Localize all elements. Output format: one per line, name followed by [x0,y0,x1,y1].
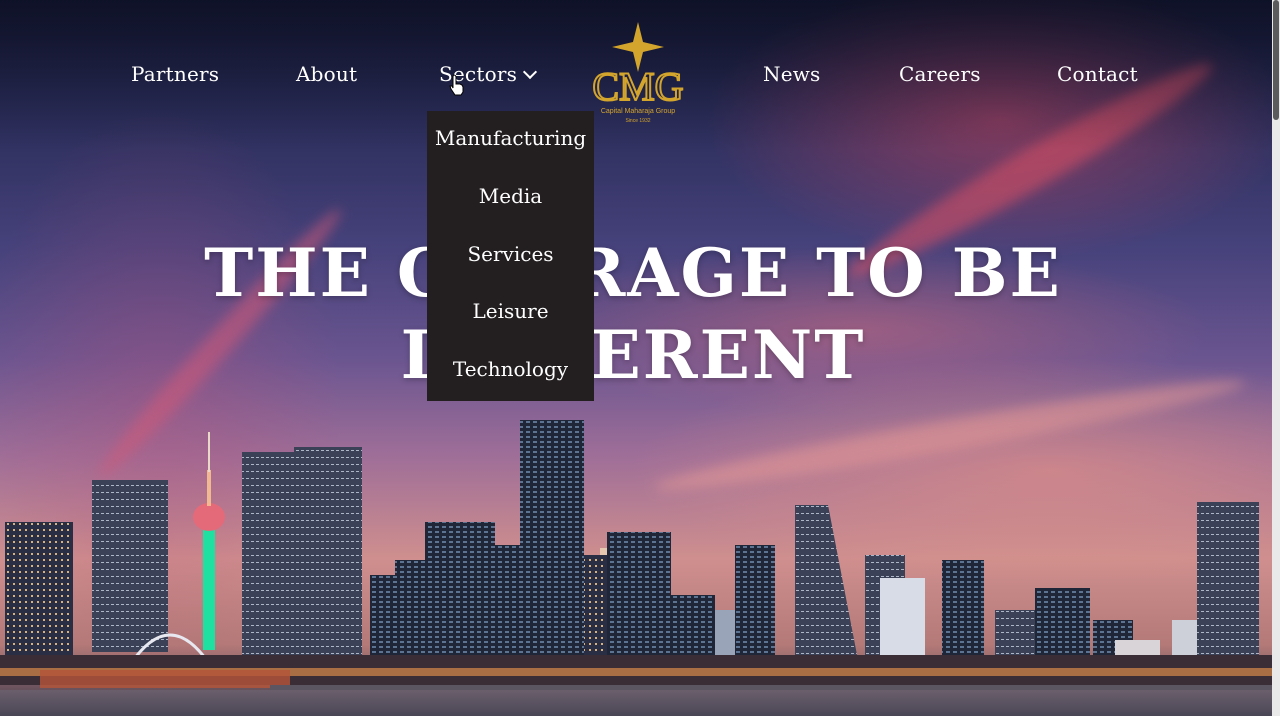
sectors-dropdown-menu: Manufacturing Media Services Leisure Tec… [427,111,594,401]
nav-news[interactable]: News [763,62,821,86]
hero-headline: THE COURAGE TO BE DIFFERENT [0,232,1266,396]
nav-about[interactable]: About [296,62,357,86]
chevron-down-icon [522,64,538,80]
logo-text: CMG [592,64,683,109]
dropdown-item-technology[interactable]: Technology [427,357,594,381]
nav-partners[interactable]: Partners [131,62,219,86]
hero-line-1: THE COURAGE TO BE [204,234,1062,312]
dropdown-item-media[interactable]: Media [427,184,594,208]
scrollbar-thumb[interactable] [1273,0,1279,120]
nav-careers[interactable]: Careers [899,62,981,86]
cmg-logo[interactable]: CMG Capital Maharaja Group Since 1932 [582,22,694,124]
dropdown-item-manufacturing[interactable]: Manufacturing [427,126,594,150]
logo-emblem: CMG Capital Maharaja Group Since 1932 [591,22,685,124]
dropdown-item-services[interactable]: Services [427,242,594,266]
nav-contact[interactable]: Contact [1057,62,1138,86]
logo-since: Since 1932 [625,118,650,124]
logo-subtext: Capital Maharaja Group [601,108,675,115]
hand-cursor-icon [449,74,464,96]
dropdown-item-leisure[interactable]: Leisure [427,299,594,323]
